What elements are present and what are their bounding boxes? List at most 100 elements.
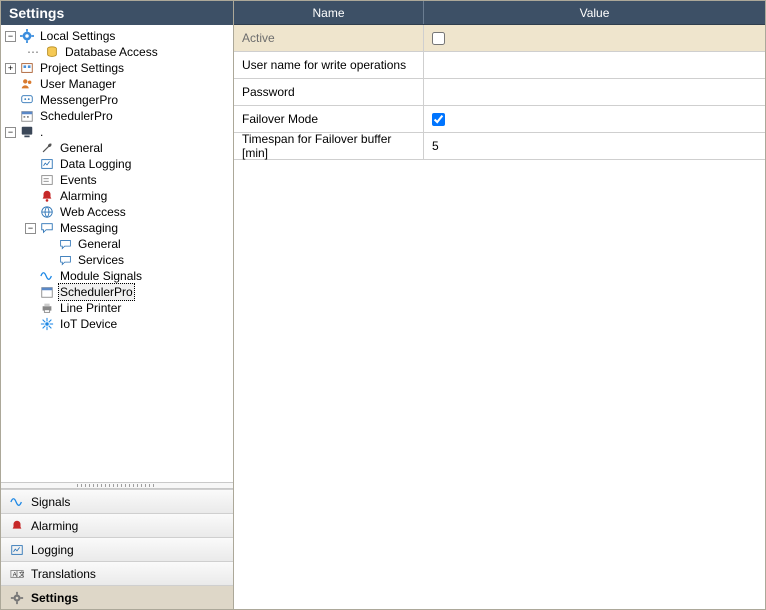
cell-name-text: Timespan for Failover buffer [min] [242,132,415,160]
signal-wave-icon [39,268,55,284]
tree-label: Web Access [58,204,128,220]
splitter-grip[interactable] [1,482,233,489]
panel-title-text: Settings [9,5,64,21]
wrench-icon [39,140,55,156]
tree-label: Line Printer [58,300,123,316]
translations-icon: A文 [9,566,25,582]
tree-node-schedulerpro-selected[interactable]: SchedulerPro [3,284,231,300]
row-active[interactable]: Active [234,25,765,52]
tree-node-user-manager[interactable]: User Manager [3,76,231,92]
tree-node-messengerpro[interactable]: MessengerPro [3,92,231,108]
tree-label: . [38,124,45,140]
active-checkbox[interactable] [432,32,445,45]
tree-label-selected: SchedulerPro [58,283,135,301]
bottom-nav: Signals Alarming Logging A文 Translations… [1,489,233,609]
cell-value[interactable] [424,52,765,78]
tree-node-module-signals[interactable]: Module Signals [3,268,231,284]
tree-node-web-access[interactable]: Web Access [3,204,231,220]
tree-node-project-settings[interactable]: + Project Settings [3,60,231,76]
bell-icon [9,518,25,534]
cell-name: Failover Mode [234,106,424,132]
nav-item-logging[interactable]: Logging [1,537,233,561]
tree-label: General [58,140,105,156]
column-header-name-text: Name [312,6,344,20]
database-icon [44,44,60,60]
cell-name-text: Password [242,85,295,99]
tree-node-messaging-services[interactable]: Services [3,252,231,268]
failover-checkbox[interactable] [432,113,445,126]
logging-icon [39,156,55,172]
tree-label: Messaging [58,220,120,236]
nav-item-translations[interactable]: A文 Translations [1,561,233,585]
column-header-name[interactable]: Name [234,1,424,24]
nav-label: Logging [31,543,74,557]
cell-name-text: Active [242,31,275,45]
row-timespan[interactable]: Timespan for Failover buffer [min] 5 [234,133,765,160]
tree-label: IoT Device [58,316,119,332]
cell-name: Password [234,79,424,105]
gear-blue-icon [19,28,35,44]
logging-icon [9,542,25,558]
tree-label: Services [76,252,126,268]
tree-label: SchedulerPro [38,108,115,124]
row-user-write[interactable]: User name for write operations [234,52,765,79]
tree-label: General [76,236,123,252]
messenger-icon [19,92,35,108]
tree-label: Local Settings [38,28,117,44]
nav-item-alarming[interactable]: Alarming [1,513,233,537]
column-header-value-text: Value [580,6,610,20]
nav-item-settings[interactable]: Settings [1,585,233,609]
cell-value[interactable] [424,79,765,105]
expander-minus-icon[interactable]: − [5,127,16,138]
tree-node-data-logging[interactable]: Data Logging [3,156,231,172]
tree-node-database-access[interactable]: ⋯ Database Access [3,44,231,60]
tree-node-local-settings[interactable]: − Local Settings [3,28,231,44]
expander-minus-icon[interactable]: − [25,223,36,234]
tree-node-messaging-general[interactable]: General [3,236,231,252]
tree-node-iot-device[interactable]: IoT Device [3,316,231,332]
grid-header: Name Value [234,1,765,25]
row-failover-mode[interactable]: Failover Mode [234,106,765,133]
cell-name-text: Failover Mode [242,112,318,126]
tree-label: Project Settings [38,60,126,76]
column-header-value[interactable]: Value [424,1,765,24]
tree-label: Data Logging [58,156,133,172]
tree-label: Database Access [63,44,160,60]
svg-text:文: 文 [19,570,24,578]
tree-label: MessengerPro [38,92,120,108]
tree-node-messaging[interactable]: − Messaging [3,220,231,236]
nav-label: Signals [31,495,70,509]
calendar-icon [39,284,55,300]
cell-value [424,106,765,132]
tree-node-alarming[interactable]: Alarming [3,188,231,204]
expander-plus-icon[interactable]: + [5,63,16,74]
right-panel: Name Value Active User name for write op… [234,1,765,609]
expander-minus-icon[interactable]: − [5,31,16,42]
tree-label: Alarming [58,188,109,204]
monitor-icon [19,124,35,140]
events-icon [39,172,55,188]
grid-body: Active User name for write operations Pa… [234,25,765,609]
tree-node-line-printer[interactable]: Line Printer [3,300,231,316]
cell-value-text: 5 [432,139,439,153]
tree-node-schedulerpro-top[interactable]: SchedulerPro [3,108,231,124]
row-password[interactable]: Password [234,79,765,106]
nav-label: Alarming [31,519,78,533]
cell-name: Timespan for Failover buffer [min] [234,133,424,159]
tree-node-events[interactable]: Events [3,172,231,188]
printer-icon [39,300,55,316]
speech-small-icon [57,252,73,268]
tree-line-icon: ⋯ [25,44,41,60]
nav-item-signals[interactable]: Signals [1,489,233,513]
left-panel: Settings − Local Settings ⋯ Database Acc… [1,1,234,609]
iot-icon [39,316,55,332]
tree-label: User Manager [38,76,118,92]
calendar-icon [19,108,35,124]
cell-name-text: User name for write operations [242,58,406,72]
panel-title: Settings [1,1,233,25]
settings-tree[interactable]: − Local Settings ⋯ Database Access + Pro… [1,25,233,482]
tree-node-dot[interactable]: − . [3,124,231,140]
cell-value[interactable]: 5 [424,133,765,159]
tree-node-general[interactable]: General [3,140,231,156]
speech-small-icon [57,236,73,252]
